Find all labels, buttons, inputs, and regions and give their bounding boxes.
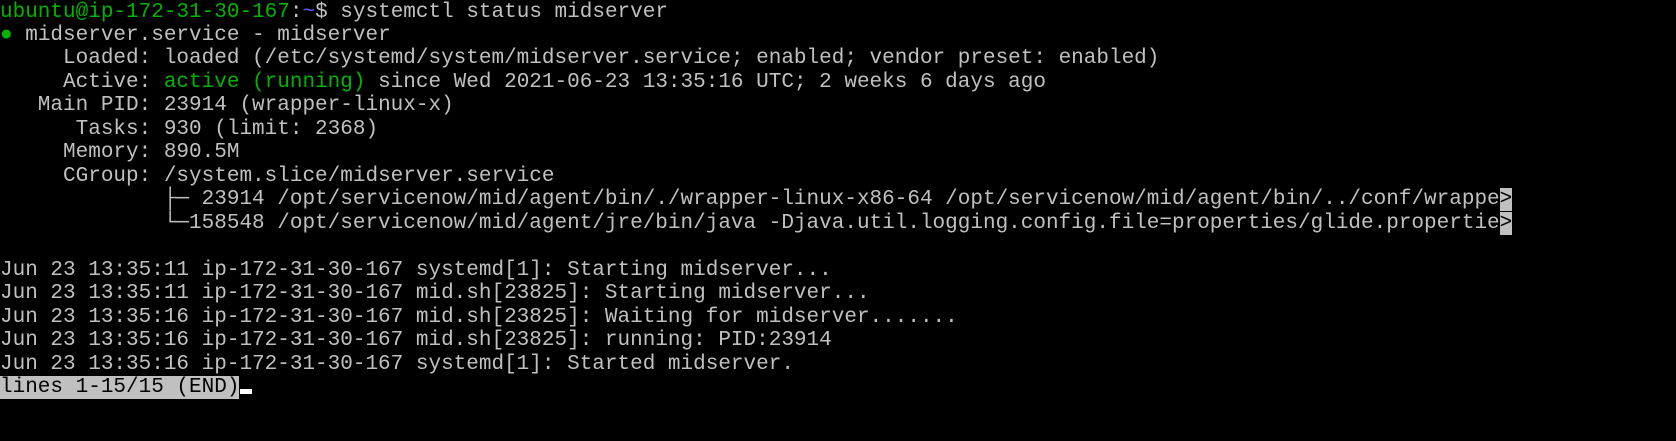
status-bullet-icon: ● [0,24,13,47]
log-line: Jun 23 13:35:11 ip-172-31-30-167 systemd… [0,259,832,282]
log-line: Jun 23 13:35:16 ip-172-31-30-167 mid.sh[… [0,306,958,329]
cgroup-label: CGroup: [0,165,164,188]
process-command: 23914 /opt/servicenow/mid/agent/bin/./wr… [201,188,1500,211]
memory-line: Memory: 890.5M [0,140,239,165]
loaded-value: loaded (/etc/systemd/system/midserver.se… [163,47,1160,70]
tree-branch: ├─ [0,188,202,211]
service-header: midserver.service - midserver [12,24,391,47]
command-text: systemctl status midserver [340,1,668,24]
cgroup-value: /system.slice/midserver.service [163,165,555,188]
truncation-marker: > [1499,188,1513,211]
cgroup-line: CGroup: /system.slice/midserver.service [0,164,555,189]
prompt-colon: : [289,1,303,24]
loaded-label: Loaded: [0,47,164,70]
main-pid-line: Main PID: 23914 (wrapper-linux-x) [0,93,454,118]
pager-status: lines 1-15/15 (END) [0,376,240,399]
tasks-line: Tasks: 930 (limit: 2368) [0,117,378,142]
active-line: Active: active (running) since Wed 2021-… [0,70,1046,95]
active-since: since Wed 2021-06-23 13:35:16 UTC; 2 wee… [365,71,1046,94]
tree-branch: └─ [0,212,190,235]
prompt-symbol: $ [315,1,341,24]
active-state: active (running) [163,71,366,94]
cursor-icon [240,389,253,394]
cgroup-process-line: ├─ 23914 /opt/servicenow/mid/agent/bin/.… [0,187,1513,212]
prompt-cwd: ~ [302,1,316,24]
tasks-label: Tasks: [0,118,164,141]
active-label: Active: [0,71,164,94]
main-pid-value: 23914 (wrapper-linux-x) [163,94,454,117]
tasks-value: 930 (limit: 2368) [163,118,379,141]
memory-value: 890.5M [163,141,240,164]
log-line: Jun 23 13:35:16 ip-172-31-30-167 systemd… [0,353,794,376]
log-line: Jun 23 13:35:16 ip-172-31-30-167 mid.sh[… [0,329,832,352]
cgroup-process-line: └─158548 /opt/servicenow/mid/agent/jre/b… [0,211,1513,236]
pager-status-line[interactable]: lines 1-15/15 (END) [0,375,253,400]
service-header-line: ● midserver.service - midserver [0,23,391,48]
prompt-user-host: ubuntu@ip-172-31-30-167 [0,1,290,24]
terminal-window[interactable]: { "prompt": { "user_host": "ubuntu@ip-17… [0,0,1676,441]
prompt-line: ubuntu@ip-172-31-30-167:~$ systemctl sta… [0,0,668,25]
process-command: 158548 /opt/servicenow/mid/agent/jre/bin… [189,212,1500,235]
memory-label: Memory: [0,141,164,164]
main-pid-label: Main PID: [0,94,164,117]
loaded-line: Loaded: loaded (/etc/systemd/system/mids… [0,46,1159,71]
truncation-marker: > [1499,212,1513,235]
log-line: Jun 23 13:35:11 ip-172-31-30-167 mid.sh[… [0,282,870,305]
